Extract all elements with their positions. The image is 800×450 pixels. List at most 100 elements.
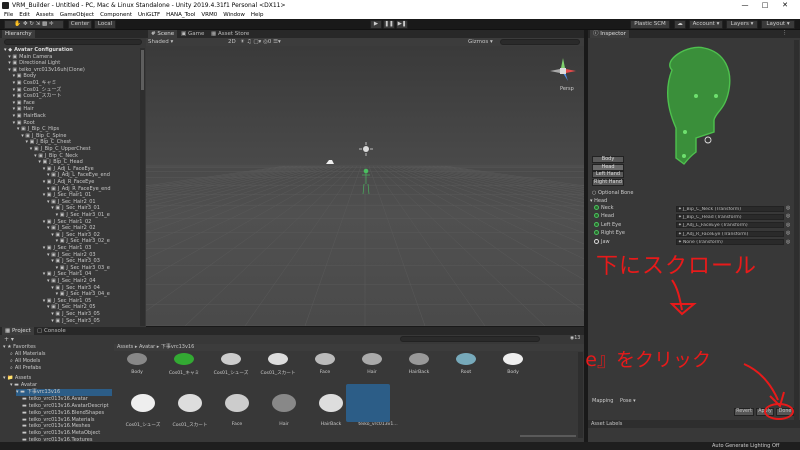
- asset-thumbnail[interactable]: [310, 352, 340, 366]
- tab-project[interactable]: ▦ Project: [2, 327, 34, 335]
- breadcrumb-assets[interactable]: Assets: [117, 344, 133, 350]
- assets-folder[interactable]: ▾ 📁 Assets: [3, 375, 31, 382]
- hierarchy-item[interactable]: ▾ ▣ J_Sec_Hair2_04: [47, 278, 96, 284]
- hierarchy-item[interactable]: ▾ ▣ J_Adj_L_FaceEye_end: [47, 172, 110, 178]
- menu-item-gameobject[interactable]: GameObject: [60, 12, 94, 18]
- asset-thumbnail[interactable]: [122, 352, 152, 366]
- asset-thumbnail[interactable]: [216, 352, 246, 366]
- body-part-button[interactable]: Body: [592, 156, 624, 163]
- pose-dropdown[interactable]: Pose ▾: [620, 398, 636, 405]
- bone-transform-field[interactable]: ✦None (Transform): [676, 239, 784, 246]
- pause-button[interactable]: ❚❚: [383, 20, 395, 29]
- hierarchy-item[interactable]: ▾ ▣ J_Sec_Hair3_03_e: [56, 265, 110, 271]
- asset-thumbnail[interactable]: [263, 352, 293, 366]
- hierarchy-item[interactable]: ▾ ▣ J_Adj_R_FaceEye_end: [47, 186, 111, 192]
- tab-inspector[interactable]: ⓘ Inspector: [590, 30, 629, 38]
- bone-transform-field[interactable]: ✦J_Adj_R_FaceEye (Transform): [676, 230, 784, 237]
- tab-scene[interactable]: # Scene: [148, 30, 178, 38]
- close-button[interactable]: ✕: [776, 0, 794, 11]
- hierarchy-item[interactable]: ▾ ▣ J_Sec_Hair2_05: [47, 304, 96, 310]
- 2d-toggle[interactable]: 2D: [228, 38, 236, 46]
- head-section-foldout[interactable]: ▾ Head: [590, 198, 607, 204]
- asset-thumbnail[interactable]: [498, 352, 528, 366]
- asset-thumbnail[interactable]: [357, 352, 387, 366]
- menu-item-edit[interactable]: Edit: [19, 12, 30, 18]
- hierarchy-item[interactable]: ▾ ◆ Avatar Configuration: [4, 47, 73, 53]
- menu-item-vrm0[interactable]: VRM0: [201, 12, 217, 18]
- scene-orientation-gizmo[interactable]: [548, 56, 578, 86]
- hierarchy-item[interactable]: ▾ ▣ Directional Light: [8, 60, 60, 66]
- hierarchy-item[interactable]: ▾ ▣ Hair: [13, 106, 34, 112]
- minimize-button[interactable]: —: [736, 0, 754, 11]
- bone-transform-field[interactable]: ✦J_Bip_C_Neck (Transform): [676, 205, 784, 212]
- account-dropdown[interactable]: Account ▾: [689, 20, 723, 29]
- inspector-menu-icon[interactable]: ⋮: [782, 30, 788, 36]
- hierarchy-search-input[interactable]: [4, 39, 142, 45]
- hierarchy-item[interactable]: ▾ ▣ J_Sec_Hair2_01: [47, 199, 96, 205]
- hierarchy-item[interactable]: ▾ ▣ Cos01_シューズ: [13, 87, 62, 93]
- hierarchy-item[interactable]: ▾ ▣ Cos01_キャミ: [13, 80, 57, 86]
- hierarchy-item[interactable]: ▾ ▣ J_Sec_Hair3_04: [51, 285, 100, 291]
- hierarchy-item[interactable]: ▾ ▣ J_Bip_C_Chest: [26, 139, 72, 145]
- object-picker-icon[interactable]: ◎: [786, 213, 790, 220]
- hierarchy-item[interactable]: ▾ ▣ J_Sec_Hair1_03: [43, 245, 92, 251]
- pivot-center-toggle[interactable]: Center: [68, 20, 92, 29]
- gizmos-dropdown[interactable]: Gizmos ▾: [468, 38, 493, 46]
- optional-bone-toggle[interactable]: ○ Optional Bone: [592, 190, 633, 196]
- hierarchy-item[interactable]: ▾ ▣ J_Sec_Hair3_04_e: [56, 291, 110, 297]
- menu-item-file[interactable]: File: [4, 12, 13, 18]
- hierarchy-item[interactable]: ▾ ▣ J_Bip_C_Spine: [21, 133, 66, 139]
- face-icon[interactable]: [222, 388, 252, 418]
- pivot-local-toggle[interactable]: Local: [94, 20, 116, 29]
- hierarchy-item[interactable]: ▾ ▣ J_Sec_Hair3_01: [51, 205, 100, 211]
- cloud-icon[interactable]: ☁: [674, 20, 686, 29]
- tab-console[interactable]: ▢ Console: [34, 327, 69, 335]
- hierarchy-item[interactable]: ▾ ▣ J_Sec_Hair1_02: [43, 219, 92, 225]
- hierarchy-item[interactable]: ▾ ▣ J_Sec_Hair2_03: [47, 252, 96, 258]
- hierarchy-item[interactable]: ▾ ▣ J_Sec_Hair3_02_e: [56, 238, 110, 244]
- hierarchy-item[interactable]: ▾ ▣ J_Bip_C_Neck: [34, 153, 78, 159]
- breadcrumb-avatar[interactable]: Avatar: [139, 344, 155, 350]
- favorite-item[interactable]: ⌕ All Prefabs: [10, 365, 41, 372]
- menu-item-unigltf[interactable]: UniGLTF: [138, 12, 160, 18]
- shading-mode-dropdown[interactable]: Shaded ▾: [148, 38, 173, 46]
- hierarchy-item[interactable]: ▾ ▣ Root: [13, 120, 35, 126]
- step-button[interactable]: ▶❚: [396, 20, 408, 29]
- hierarchy-scrollbar-thumb[interactable]: [141, 50, 144, 90]
- object-picker-icon[interactable]: ◎: [786, 222, 790, 229]
- lighting-toggle-icon[interactable]: ☀ ♫ ▢▾ ◎0 ☰▾: [240, 38, 281, 46]
- zoom-slider[interactable]: [520, 435, 576, 437]
- hierarchy-item[interactable]: ▾ ▣ J_Sec_Hair3_05: [51, 311, 100, 317]
- layers-dropdown[interactable]: Layers ▾: [726, 20, 758, 29]
- maximize-button[interactable]: □: [756, 0, 774, 11]
- shoes-icon[interactable]: [128, 388, 158, 418]
- object-picker-icon[interactable]: ◎: [786, 230, 790, 237]
- asset-labels-bar[interactable]: Asset Labels: [588, 420, 800, 428]
- hierarchy-item[interactable]: ▾ ▣ J_Adj_L_FaceEye: [43, 166, 94, 172]
- tab-game[interactable]: ▣ Game: [178, 30, 207, 38]
- hairback-icon[interactable]: [316, 388, 346, 418]
- hierarchy-item[interactable]: ▾ ▣ J_Sec_Hair1_04: [43, 271, 92, 277]
- hierarchy-item[interactable]: ▾ ▣ HairBack: [13, 113, 46, 119]
- hierarchy-item[interactable]: ▾ ▣ J_Sec_Hair1_01: [43, 192, 92, 198]
- bone-transform-field[interactable]: ✦J_Adj_L_FaceEye (Transform): [676, 222, 784, 229]
- tab-asset-store[interactable]: ▦ Asset Store: [208, 30, 252, 38]
- mapping-tab[interactable]: Mapping: [592, 398, 613, 405]
- skirt-icon[interactable]: [175, 388, 205, 418]
- hierarchy-item[interactable]: ▾ ▣ Cos01_スカート: [13, 93, 62, 99]
- hierarchy-item[interactable]: ▾ ▣ J_Bip_C_UpperChest: [30, 146, 91, 152]
- body-part-button[interactable]: Head: [592, 163, 624, 171]
- favorite-item[interactable]: ⌕ All Models: [10, 358, 40, 365]
- project-scrollbar[interactable]: [578, 352, 583, 438]
- scene-viewport[interactable]: [0, 46, 800, 327]
- project-search-input[interactable]: [400, 336, 540, 342]
- menu-item-hana_tool[interactable]: HANA_Tool: [166, 12, 195, 18]
- hierarchy-item[interactable]: ▾ ▣ Body: [13, 73, 36, 79]
- bone-transform-field[interactable]: ✦J_Bip_C_Head (Transform): [676, 213, 784, 220]
- hierarchy-item[interactable]: ▾ ▣ J_Sec_Hair3_03: [51, 258, 100, 264]
- hierarchy-item[interactable]: ▾ ▣ J_Bip_C_Hips: [17, 126, 59, 132]
- hierarchy-item[interactable]: ▾ ▣ J_Bip_C_Head: [38, 159, 82, 165]
- project-add-button[interactable]: + ▾: [4, 336, 14, 343]
- hierarchy-item[interactable]: ▾ ▣ J_Sec_Hair3_01_e: [56, 212, 110, 218]
- menu-item-assets[interactable]: Assets: [36, 12, 54, 18]
